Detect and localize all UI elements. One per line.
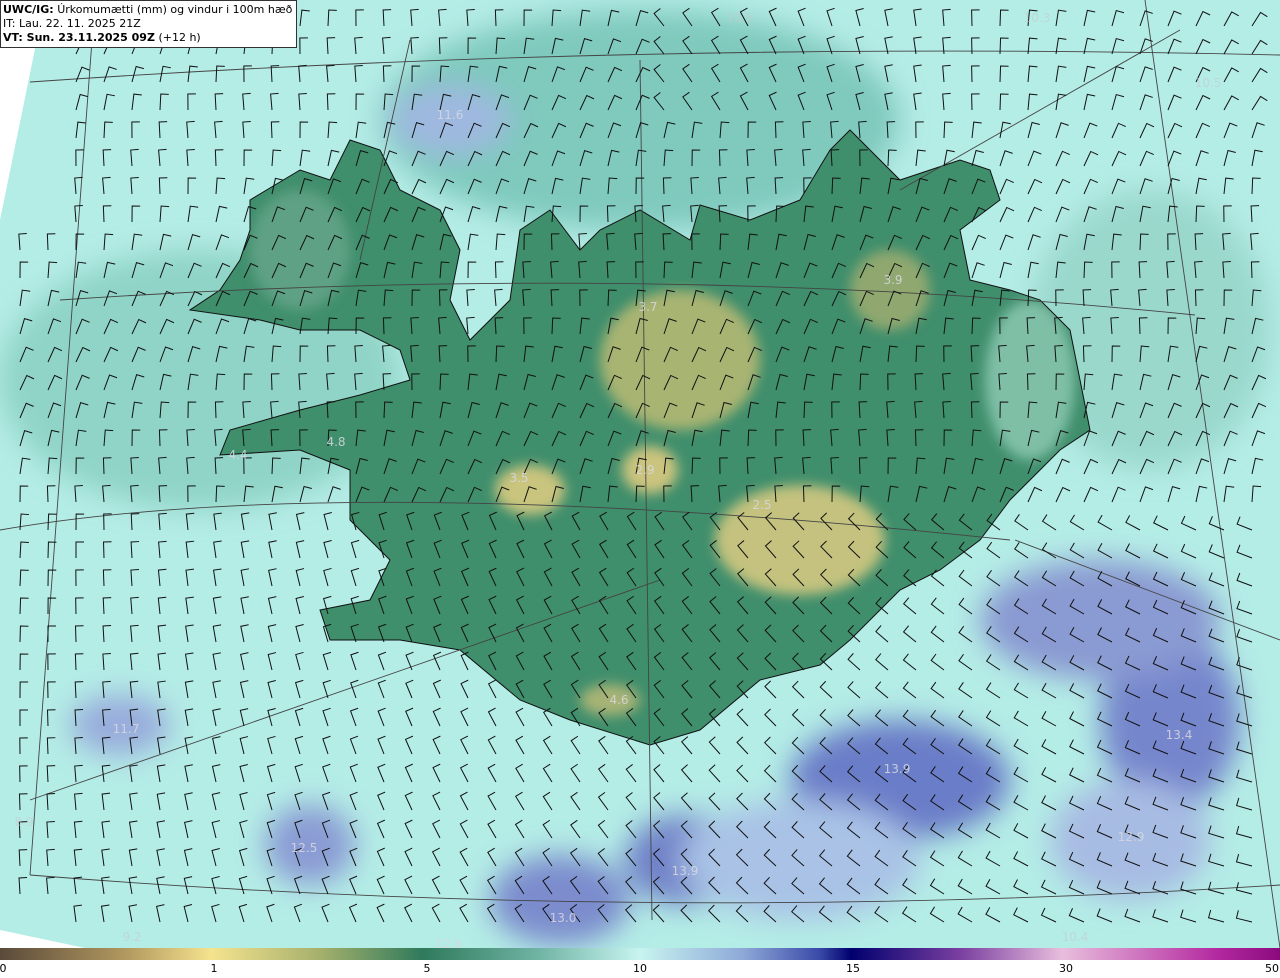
model-name: UWC/IG:	[3, 3, 54, 16]
map-title-box: UWC/IG: Úrkomumætti (mm) og vindur i 100…	[0, 0, 298, 48]
map-value: 13.0	[549, 911, 577, 925]
colorbar-tick: 30	[1059, 962, 1073, 975]
map-value: 10.5	[726, 11, 754, 25]
map-value: 10.4	[1061, 930, 1089, 944]
map-value: 13.9	[671, 864, 699, 878]
map-value: 10.3	[1023, 11, 1051, 25]
colorbar	[0, 948, 1280, 960]
valid-time: VT: Sun. 23.11.2025 09Z	[3, 31, 155, 44]
map-value: 4.4	[228, 448, 248, 462]
map-value: 13.9	[883, 762, 911, 776]
colorbar-tick: 0	[0, 962, 7, 975]
map-value: 4.6	[609, 693, 629, 707]
map-value: 2.5	[752, 498, 772, 512]
map-value: 3.9	[883, 273, 903, 287]
map-value: 8.9	[14, 815, 34, 829]
colorbar-tick: 10	[633, 962, 647, 975]
map-value: 9.2	[122, 930, 142, 944]
map-value: 11.6	[436, 108, 464, 122]
map-value: 2.9	[635, 463, 655, 477]
initial-time: IT: Lau. 22. 11. 2025 21Z	[3, 17, 141, 30]
colorbar-tick: 5	[423, 962, 431, 975]
colorbar-tick: 15	[846, 962, 860, 975]
map-value: 3.7	[638, 300, 658, 314]
colorbar-tick: 1	[210, 962, 218, 975]
lead-time: (+12 h)	[158, 31, 201, 44]
map-value: 11.7	[112, 722, 140, 736]
map-value: 4.8	[326, 435, 346, 449]
map-value: 12.6	[435, 937, 463, 951]
map-title: Úrkomumætti (mm) og vindur i 100m hæð	[57, 3, 293, 16]
map-value: 10.5	[1194, 76, 1222, 90]
colorbar-tick: 50	[1265, 962, 1279, 975]
colorbar-ticks: 0 1 5 10 15 30 50	[0, 960, 1280, 978]
map-value: 12.9	[1117, 830, 1145, 844]
map-value: 13.4	[1165, 728, 1193, 742]
map-value: 12.5	[290, 841, 318, 855]
map-value: 3.5	[509, 471, 529, 485]
